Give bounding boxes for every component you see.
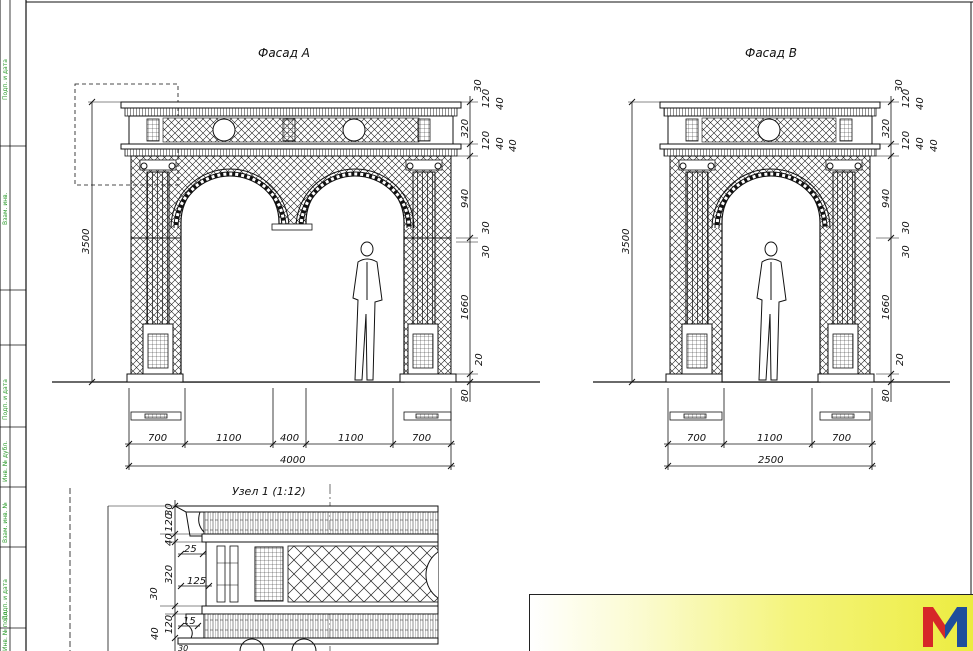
side-label: Взам. инв. №: [2, 502, 9, 543]
vdim-label: 1660: [460, 295, 471, 320]
facade-a-plan: [130, 411, 452, 421]
vdim-label: 20: [895, 353, 906, 366]
vdim-label: 940: [460, 189, 471, 208]
wdim-label: 1100: [338, 433, 363, 444]
vdim-label: 120: [481, 131, 492, 150]
side-strip-labels: Подп. и дата Взам. инв. Подп. и дата Инв…: [2, 59, 9, 651]
facade-a-vdim-labels: 30 120 40 320 120 40 40 940 30 30 1660 2…: [460, 79, 519, 402]
vdim-label: 80: [460, 389, 471, 402]
facade-a-width-total: 4000: [280, 455, 305, 466]
vdim-label: 80: [881, 389, 892, 402]
hdim-label: 25: [184, 544, 197, 555]
vdim-label: 30: [481, 221, 492, 234]
facade-b-vdim-labels: 30 120 40 320 120 40 40 940 30 30 1660 2…: [881, 79, 940, 402]
vdim-label: 940: [881, 189, 892, 208]
wdim-label: 700: [687, 433, 706, 444]
vdim-label: 20: [474, 353, 485, 366]
node1-title: Узел 1 (1:12): [232, 485, 306, 498]
vdim-label: 40: [915, 137, 926, 150]
vdim-label: 40: [929, 139, 940, 152]
facade-a-height-total: 3500: [81, 229, 92, 254]
wdim-label: 700: [412, 433, 431, 444]
vdim-label: 40: [164, 533, 175, 546]
vdim-label: 40: [508, 139, 519, 152]
vdim-label: 30: [178, 644, 188, 651]
vdim-label: 120: [481, 89, 492, 108]
side-label: Инв. № подл.: [2, 610, 9, 651]
facade-b-title: Фасад В: [745, 46, 797, 60]
wdim-label: 1100: [216, 433, 241, 444]
facade-b: Фасад В 3500 30 120 40 320 120 40 40 940…: [593, 46, 950, 470]
side-label: Инв. № дубл.: [2, 441, 9, 482]
drawing-sheet: Подп. и дата Взам. инв. Подп. и дата Инв…: [0, 0, 973, 651]
title-block: [529, 594, 973, 651]
vdim-label: 30: [149, 587, 160, 600]
wdim-label: 700: [832, 433, 851, 444]
facade-a: Фасад А 3500 30 120 40 320 120 40 40 940…: [52, 46, 540, 470]
hdim-label: 15: [183, 616, 196, 627]
vdim-label: 30: [901, 221, 912, 234]
side-label: Подп. и дата: [2, 59, 9, 100]
vdim-label: 40: [915, 97, 926, 110]
vdim-label: 120: [901, 131, 912, 150]
facade-a-title: Фасад А: [258, 46, 310, 60]
wdim-label: 1100: [757, 433, 782, 444]
side-label: Подп. и дата: [2, 379, 9, 420]
vdim-label: 40: [495, 97, 506, 110]
vdim-label: 40: [495, 137, 506, 150]
vdim-label: 1660: [881, 295, 892, 320]
detail-node-1: Узел 1 (1:12) 30 120 40 320 30 120 40 30…: [69, 484, 439, 651]
wdim-label: 400: [280, 433, 299, 444]
m-logo-icon: [923, 607, 967, 647]
vdim-label: 320: [881, 119, 892, 138]
vdim-label: 120: [164, 513, 175, 532]
vdim-label: 30: [901, 245, 912, 258]
vdim-label: 120: [901, 89, 912, 108]
vdim-label: 320: [164, 565, 175, 584]
side-label: Взам. инв.: [2, 192, 9, 225]
facade-b-width-total: 2500: [758, 455, 783, 466]
vdim-label: 120: [164, 615, 175, 634]
hdim-label: 125: [187, 576, 206, 587]
vdim-label: 40: [150, 627, 161, 640]
vdim-label: 320: [460, 119, 471, 138]
facade-b-plan: [669, 411, 871, 421]
vdim-label: 30: [481, 245, 492, 258]
wdim-label: 700: [148, 433, 167, 444]
facade-b-height-total: 3500: [621, 229, 632, 254]
